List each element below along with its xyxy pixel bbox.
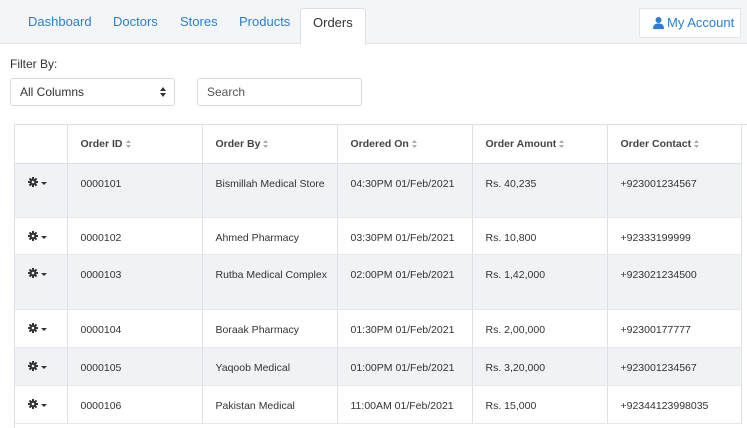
my-account-label: My Account (667, 15, 735, 30)
cell-order-id: 0000102 (67, 217, 203, 255)
col-header-label: Order Amount (485, 137, 557, 150)
col-header-order-contact[interactable]: Order Contact (607, 125, 742, 164)
tab-stores[interactable]: Stores (168, 8, 230, 44)
cell-order-contact: +92344123998035 (607, 385, 742, 424)
select-arrows-icon (160, 87, 166, 97)
cell-order-id: 0000101 (67, 163, 203, 218)
cell-ordered-on: 11:00AM 01/Feb/2021 (337, 385, 473, 424)
table-row: 0000102 Ahmed Pharmacy 03:30PM 01/Feb/20… (15, 217, 742, 255)
col-header-order-id[interactable]: Order ID (67, 125, 203, 164)
cell-order-amount: Rs. 3,20,000 (472, 347, 608, 386)
cell-order-contact: +92300177777 (607, 309, 742, 348)
col-header-order-amount[interactable]: Order Amount (472, 125, 608, 164)
col-header-order-by[interactable]: Order By (202, 125, 338, 164)
cell-order-contact: +923001234567 (607, 163, 742, 218)
cell-order-id: 0000106 (67, 385, 203, 424)
col-header-label: Ordered On (350, 137, 409, 150)
table-row: 0000103 Rutba Medical Complex 02:00PM 01… (15, 254, 742, 310)
row-actions-menu[interactable] (28, 398, 50, 412)
cell-ordered-on: 01:00PM 01/Feb/2021 (337, 347, 473, 386)
sort-icon (559, 139, 565, 148)
row-actions-menu[interactable] (28, 322, 50, 336)
filter-column-select[interactable]: All Columns (10, 78, 175, 106)
cell-order-amount: Rs. 40,235 (472, 163, 608, 218)
cell-order-amount: Rs. 10,800 (472, 217, 608, 255)
cell-order-contact: +923021234500 (607, 254, 742, 310)
table-row: 0000104 Boraak Pharmacy 01:30PM 01/Feb/2… (15, 309, 742, 348)
orders-table: Order ID Order By Ordered On Order Amoun… (14, 124, 747, 428)
sort-icon (263, 139, 269, 148)
table-row: 0000106 Pakistan Medical 11:00AM 01/Feb/… (15, 385, 742, 424)
chevron-down-icon (41, 235, 47, 239)
col-header-label: Order ID (80, 137, 123, 150)
chevron-down-icon (41, 181, 47, 185)
chevron-down-icon (41, 365, 47, 369)
search-input[interactable] (197, 78, 362, 106)
col-header-label: Order Contact (620, 137, 692, 150)
sort-icon (694, 139, 700, 148)
my-account-button[interactable]: My Account (639, 8, 741, 38)
cell-order-by: Rutba Medical Complex (202, 254, 338, 310)
filter-by-label: Filter By: (10, 57, 58, 71)
col-header-actions (15, 125, 68, 164)
cell-order-by: Pakistan Medical (202, 385, 338, 424)
tab-orders[interactable]: Orders (300, 8, 366, 45)
filter-select-value: All Columns (20, 85, 85, 99)
tab-doctors[interactable]: Doctors (101, 8, 170, 44)
sort-icon (125, 139, 131, 148)
tab-products[interactable]: Products (227, 8, 302, 44)
chevron-down-icon (41, 327, 47, 331)
row-actions-menu[interactable] (28, 176, 50, 190)
cell-ordered-on: 01:30PM 01/Feb/2021 (337, 309, 473, 348)
cell-order-by: Bismillah Medical Store (202, 163, 338, 218)
gear-icon (28, 176, 38, 187)
top-nav: Dashboard Doctors Stores Products Orders… (0, 0, 747, 45)
cell-order-amount: Rs. 15,000 (472, 385, 608, 424)
gear-icon (28, 230, 38, 241)
cell-order-id: 0000103 (67, 254, 203, 310)
gear-icon (28, 398, 38, 409)
cell-order-by: Boraak Pharmacy (202, 309, 338, 348)
cell-order-by: Yaqoob Medical (202, 347, 338, 386)
cell-ordered-on: 04:30PM 01/Feb/2021 (337, 163, 473, 218)
tab-dashboard[interactable]: Dashboard (16, 8, 104, 44)
table-row: 0000101 Bismillah Medical Store 04:30PM … (15, 163, 742, 218)
col-header-label: Order By (215, 137, 261, 150)
cell-ordered-on: 02:00PM 01/Feb/2021 (337, 254, 473, 310)
chevron-down-icon (41, 403, 47, 407)
cell-order-by: Ahmed Pharmacy (202, 217, 338, 255)
table-row: 0000105 Yaqoob Medical 01:00PM 01/Feb/20… (15, 347, 742, 386)
sort-icon (411, 139, 417, 148)
user-icon (653, 17, 664, 29)
table-header-row: Order ID Order By Ordered On Order Amoun… (15, 125, 742, 164)
cell-order-id: 0000105 (67, 347, 203, 386)
cell-order-contact: +92333199999 (607, 217, 742, 255)
gear-icon (28, 267, 38, 278)
gear-icon (28, 360, 38, 371)
cell-order-amount: Rs. 2,00,000 (472, 309, 608, 348)
row-actions-menu[interactable] (28, 360, 50, 374)
cell-order-contact: +923001234567 (607, 347, 742, 386)
cell-order-amount: Rs. 1,42,000 (472, 254, 608, 310)
gear-icon (28, 322, 38, 333)
col-header-ordered-on[interactable]: Ordered On (337, 125, 473, 164)
cell-order-id: 0000104 (67, 309, 203, 348)
cell-ordered-on: 03:30PM 01/Feb/2021 (337, 217, 473, 255)
row-actions-menu[interactable] (28, 267, 50, 281)
row-actions-menu[interactable] (28, 230, 50, 244)
chevron-down-icon (41, 272, 47, 276)
